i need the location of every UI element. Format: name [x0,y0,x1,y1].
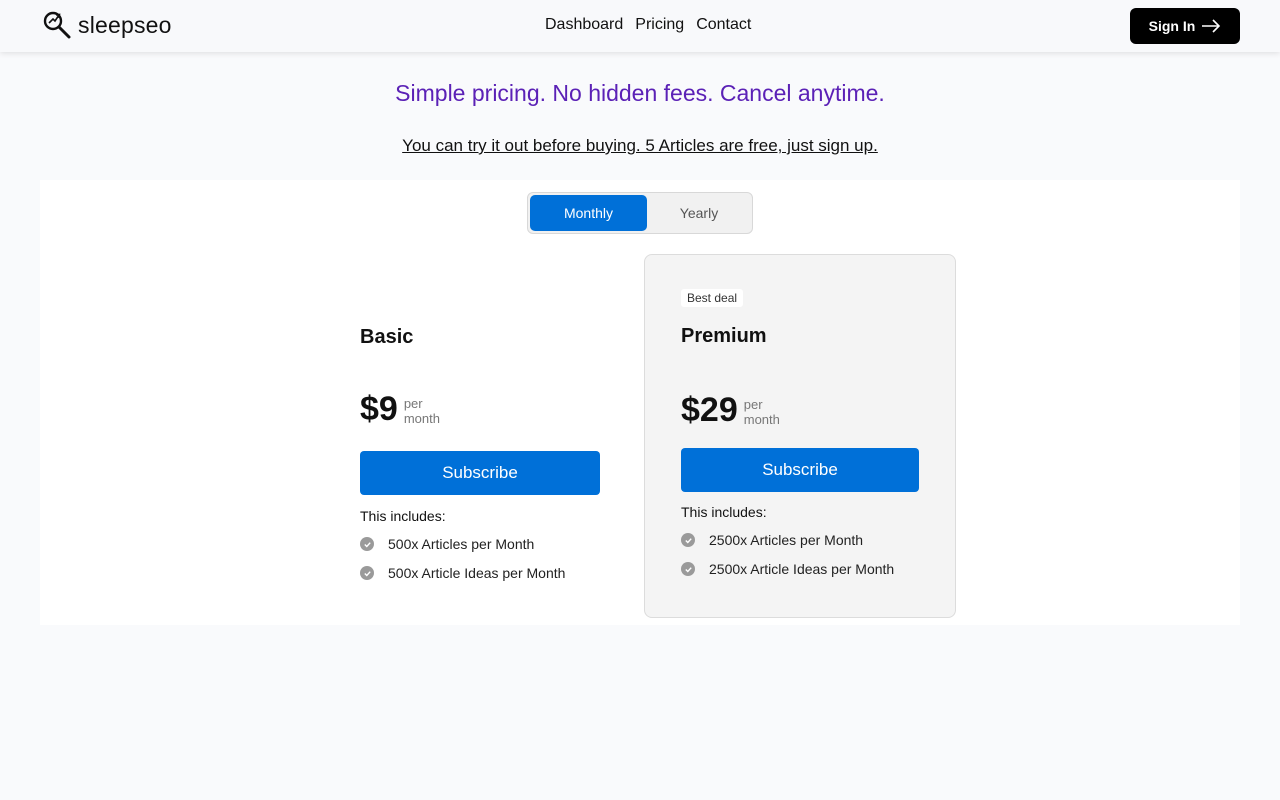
free-trial-link[interactable]: You can try it out before buying. 5 Arti… [402,136,878,155]
nav-contact[interactable]: Contact [696,16,751,34]
feature-text: 2500x Articles per Month [709,532,864,548]
subscribe-button[interactable]: Subscribe [360,451,600,495]
price-row: $9 per month [360,392,440,426]
plan-card-premium: Best deal Premium $29 per month Subscrib… [644,254,956,618]
arrow-right-icon [1202,19,1221,33]
includes-label: This includes: [681,504,767,520]
price-period-month: month [403,411,440,426]
feature-text: 500x Article Ideas per Month [388,565,566,581]
plan-price: $29 [681,391,738,429]
brand-name: sleepseo [78,11,172,38]
sign-in-button[interactable]: Sign In [1130,8,1240,44]
nav-dashboard[interactable]: Dashboard [545,16,623,34]
check-circle-icon [360,537,374,551]
nav-pricing[interactable]: Pricing [635,16,684,34]
feature-item: 2500x Articles per Month [681,532,863,548]
free-trial-note: You can try it out before buying. 5 Arti… [0,136,1280,156]
magnifier-logo-icon [43,11,71,39]
price-period: per month [404,396,440,426]
price-row: $29 per month [681,393,780,427]
feature-text: 500x Articles per Month [388,536,535,552]
feature-item: 2500x Article Ideas per Month [681,561,894,577]
top-header: sleepseo Dashboard Pricing Contact Sign … [0,0,1280,52]
main-nav: Dashboard Pricing Contact [545,16,751,34]
includes-label: This includes: [360,508,446,524]
pricing-headline: Simple pricing. No hidden fees. Cancel a… [395,80,885,106]
best-deal-badge: Best deal [681,289,744,307]
plan-name: Basic [360,326,414,348]
price-period-per: per [743,397,763,412]
toggle-yearly[interactable]: Yearly [647,195,751,231]
feature-item: 500x Articles per Month [360,536,534,552]
toggle-monthly[interactable]: Monthly [530,195,647,231]
price-period: per month [744,397,780,427]
brand-logo[interactable]: sleepseo [42,10,172,40]
check-circle-icon [360,566,374,580]
billing-toggle: Monthly Yearly [527,192,753,234]
price-period-month: month [743,412,780,427]
check-circle-icon [681,533,695,547]
feature-text: 2500x Article Ideas per Month [709,561,895,577]
pricing-panel: Monthly Yearly Basic $9 per month Subscr… [40,180,1240,625]
sign-in-label: Sign In [1148,18,1196,34]
price-period-per: per [403,396,423,411]
plan-price: $9 [360,390,398,428]
check-circle-icon [681,562,695,576]
subscribe-button[interactable]: Subscribe [681,448,919,492]
feature-item: 500x Article Ideas per Month [360,565,565,581]
plan-name: Premium [681,325,767,347]
